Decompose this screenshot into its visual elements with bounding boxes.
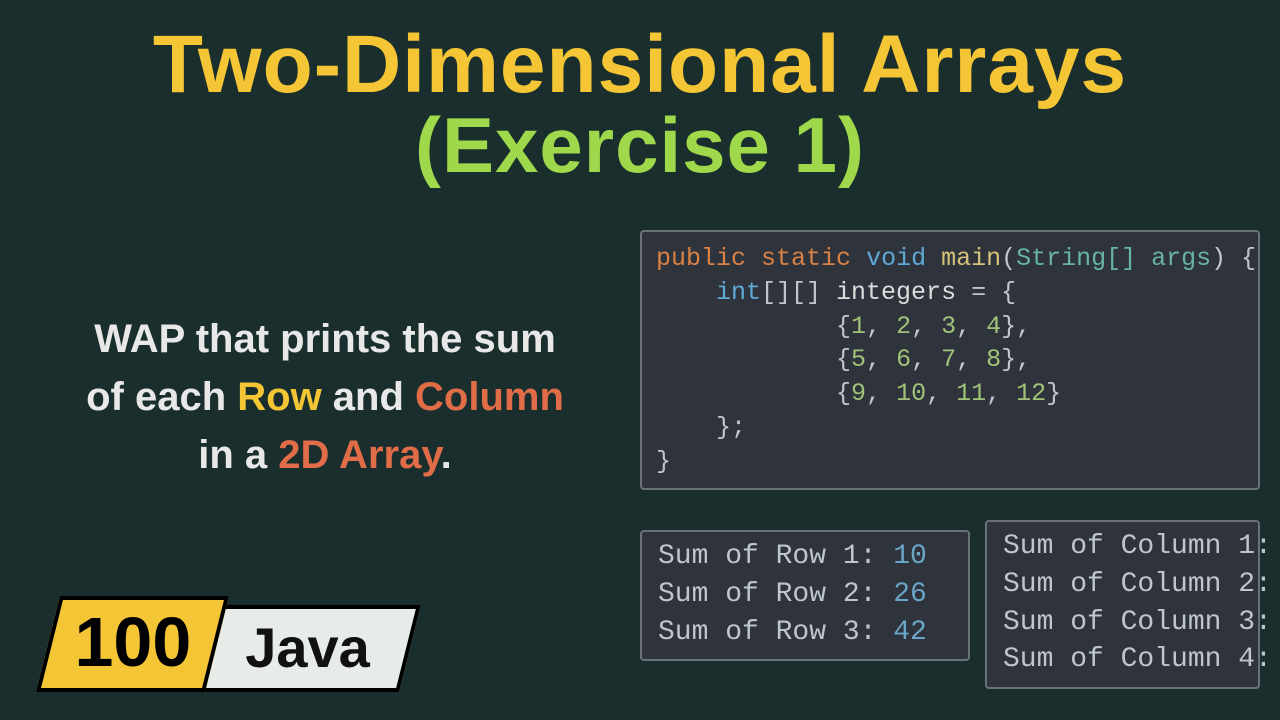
desc-tail: . [441, 433, 452, 477]
kw-int: int [716, 278, 761, 307]
title-line-2: (Exercise 1) [0, 100, 1280, 191]
row-sum-1-label: Sum of Row 1: [658, 541, 876, 572]
fn-main: main [941, 244, 1001, 273]
exercise-description: WAP that prints the sum of each Row and … [35, 310, 615, 484]
desc-part-3: in a [198, 433, 278, 477]
desc-column-word: Column [415, 375, 564, 419]
kw-public: public [656, 244, 746, 273]
lesson-number-badge: 100 [36, 596, 229, 692]
desc-part-1: WAP that prints the sum [94, 317, 556, 361]
lesson-badge: 100 Java [48, 596, 409, 692]
language-name: Java [245, 615, 370, 680]
arr-0-3: 4 [986, 312, 1001, 341]
fn-params: String[] args [1016, 244, 1211, 273]
code-snippet: public static void main(String[] args) {… [640, 230, 1260, 490]
var-name: integers [836, 278, 956, 307]
column-sums-output: Sum of Column 1: 15 Sum of Column 2: 18 … [985, 520, 1260, 689]
col-sum-2-label: Sum of Column 2: [1003, 569, 1272, 600]
col-sum-3-label: Sum of Column 3: [1003, 607, 1272, 638]
row-sum-3-label: Sum of Row 3: [658, 617, 876, 648]
arr-2-2: 11 [956, 379, 986, 408]
row-sum-2-label: Sum of Row 2: [658, 579, 876, 610]
lesson-number: 100 [74, 602, 191, 682]
desc-part-2: of each [86, 375, 237, 419]
arr-2-1: 10 [896, 379, 926, 408]
arr-2-0: 9 [851, 379, 866, 408]
title-line-1: Two-Dimensional Arrays [0, 18, 1280, 112]
arr-1-3: 8 [986, 345, 1001, 374]
arr-1-1: 6 [896, 345, 911, 374]
row-sum-3-value: 42 [893, 617, 927, 648]
row-sum-2-value: 26 [893, 579, 927, 610]
kw-static: static [761, 244, 851, 273]
arr-1-0: 5 [851, 345, 866, 374]
language-badge: Java [200, 605, 420, 692]
arr-2-3: 12 [1016, 379, 1046, 408]
col-sum-4-label: Sum of Column 4: [1003, 644, 1272, 675]
arr-0-2: 3 [941, 312, 956, 341]
row-sum-1-value: 10 [893, 541, 927, 572]
kw-void: void [866, 244, 926, 273]
arr-1-2: 7 [941, 345, 956, 374]
desc-array-word: 2D Array [278, 433, 440, 477]
title-block: Two-Dimensional Arrays (Exercise 1) [0, 0, 1280, 191]
arr-0-1: 2 [896, 312, 911, 341]
desc-and: and [322, 375, 415, 419]
col-sum-1-label: Sum of Column 1: [1003, 531, 1272, 562]
row-sums-output: Sum of Row 1: 10 Sum of Row 2: 26 Sum of… [640, 530, 970, 661]
desc-row-word: Row [237, 375, 321, 419]
arr-0-0: 1 [851, 312, 866, 341]
